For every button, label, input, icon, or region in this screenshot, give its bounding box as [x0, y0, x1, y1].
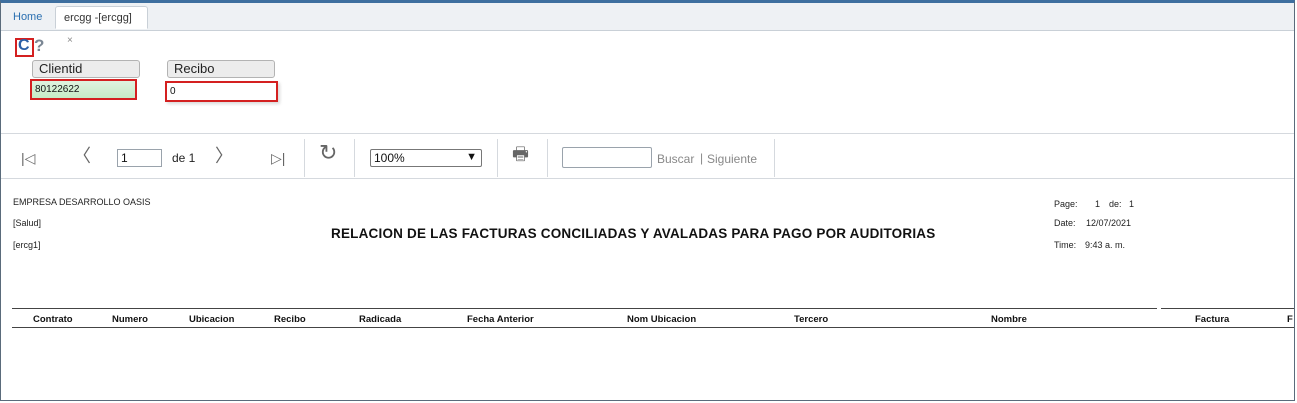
- report-viewer-window: Home ercgg -[ercgg] × C ? Clientid 80122…: [0, 0, 1295, 401]
- column-header-contrato: Contrato: [33, 314, 73, 325]
- refresh-params-button[interactable]: C: [15, 37, 34, 57]
- table-header-bottom-line: [12, 327, 1294, 328]
- divider: [304, 139, 305, 177]
- column-header-nombre: Nombre: [991, 314, 1027, 325]
- report-code: [ercg1]: [13, 240, 41, 250]
- tab-bar: Home ercgg -[ercgg] ×: [1, 3, 1294, 46]
- column-header-radicada: Radicada: [359, 314, 402, 325]
- print-icon[interactable]: 🖶: [512, 145, 529, 163]
- divider: [547, 139, 548, 177]
- column-header-tercero: Tercero: [794, 314, 829, 325]
- report-title: RELACION DE LAS FACTURAS CONCILIADAS Y A…: [331, 226, 936, 241]
- page-count-label: de 1: [172, 151, 196, 165]
- recibo-field[interactable]: 0: [165, 81, 278, 102]
- column-header-numero: Numero: [112, 314, 148, 325]
- search-input[interactable]: [562, 147, 652, 168]
- next-result-button[interactable]: Siguiente: [707, 152, 757, 166]
- divider: [774, 139, 775, 177]
- column-header-f: F: [1287, 314, 1293, 325]
- date-value: 12/07/2021: [1086, 218, 1132, 228]
- first-page-icon[interactable]: |◁: [21, 149, 35, 167]
- clientid-field[interactable]: 80122622: [30, 79, 137, 100]
- tab-ercgg[interactable]: ercgg -[ercgg] ×: [55, 6, 148, 46]
- date-label: Date:: [1054, 218, 1076, 228]
- previous-page-icon[interactable]: 〈: [73, 147, 91, 165]
- column-header-nom-ubicacion: Nom Ubicacion: [627, 314, 697, 325]
- page-info-total: 1: [1129, 199, 1135, 209]
- zoom-value: 100%: [374, 151, 405, 165]
- tab-ercgg-label: ercgg -[ercgg]: [64, 12, 132, 24]
- refresh-icon: C: [18, 37, 30, 54]
- column-header-fecha-anterior: Fecha Anterior: [467, 314, 534, 325]
- page-info-label: Page:: [1054, 199, 1078, 209]
- recibo-label: Recibo: [167, 60, 275, 78]
- close-icon[interactable]: ×: [67, 35, 73, 46]
- last-page-icon[interactable]: ▷|: [271, 149, 285, 167]
- company-name: EMPRESA DESARROLLO OASIS: [13, 197, 151, 207]
- table-header-top-line: [12, 308, 1157, 309]
- zoom-select[interactable]: 100% ▼: [370, 149, 482, 167]
- divider: [354, 139, 355, 177]
- divider: [1, 178, 1294, 179]
- column-header-factura: Factura: [1195, 314, 1230, 325]
- page-info-de: de:: [1109, 199, 1122, 209]
- table-header-top-line: [1161, 308, 1294, 309]
- page-info-number: 1: [1095, 199, 1101, 209]
- report-subtitle: [Salud]: [13, 218, 42, 228]
- divider: [497, 139, 498, 177]
- column-header-ubicacion: Ubicacion: [189, 314, 235, 325]
- next-page-icon[interactable]: 〉: [215, 147, 233, 165]
- column-header-recibo: Recibo: [274, 314, 306, 325]
- time-label: Time:: [1054, 240, 1077, 250]
- time-value: 9:43 a. m.: [1085, 240, 1126, 250]
- clientid-label: Clientid: [32, 60, 140, 78]
- refresh-icon[interactable]: ↻: [319, 142, 337, 164]
- page-number-input[interactable]: 1: [117, 149, 162, 167]
- divider: [1, 133, 1294, 134]
- help-icon[interactable]: ?: [34, 36, 44, 56]
- chevron-down-icon: ▼: [466, 151, 477, 163]
- separator: |: [700, 151, 704, 165]
- tab-home[interactable]: Home: [5, 6, 50, 29]
- search-button[interactable]: Buscar: [657, 152, 694, 166]
